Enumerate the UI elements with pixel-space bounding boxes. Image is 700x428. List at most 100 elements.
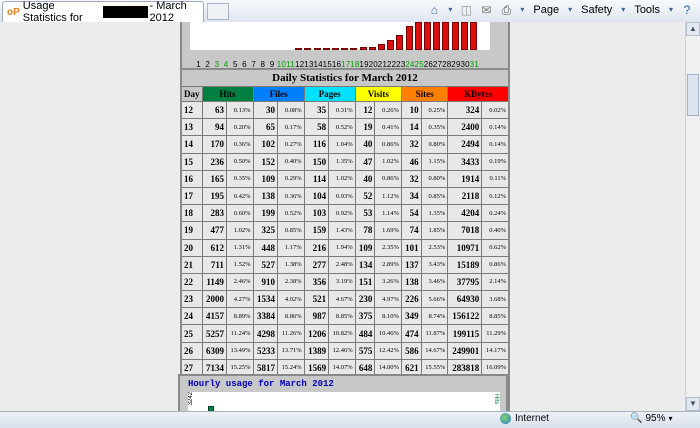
value-cell: 199115 [448,325,482,342]
value-cell: 324 [448,102,482,119]
value-cell: 102 [253,136,277,153]
scroll-down-icon[interactable]: ▼ [686,397,700,411]
value-cell: 3433 [448,153,482,170]
value-cell: 53 [355,205,375,222]
col-hits: Hits [202,87,253,102]
percent-cell: 0.12% [482,187,509,204]
value-cell: 575 [355,342,375,359]
percent-cell: 0.11% [482,170,509,187]
day-cell: 14 [181,136,202,153]
value-cell: 375 [355,308,375,325]
percent-cell: 4.97% [375,291,402,308]
percent-cell: 1.52% [226,256,253,273]
browser-tab[interactable]: oP Usage Statistics for - March 2012 [2,1,204,22]
table-row: 161650.35%1090.29%1141.02%400.86%320.80%… [181,170,509,187]
value-cell: 349 [401,308,421,325]
percent-cell: 2.35% [375,239,402,256]
percent-cell: 4.02% [278,291,305,308]
percent-cell: 0.52% [278,205,305,222]
value-cell: 277 [304,256,328,273]
chevron-down-icon[interactable]: ▾ [567,3,573,17]
chevron-down-icon[interactable]: ▾ [519,3,525,17]
percent-cell: 4.27% [226,291,253,308]
value-cell: 612 [202,239,226,256]
percent-cell: 1.14% [375,205,402,222]
percent-cell: 0.36% [278,187,305,204]
percent-cell: 0.02% [482,102,509,119]
feeds-icon[interactable]: ◫ [459,3,473,17]
day-cell: 23 [181,291,202,308]
tools-menu[interactable]: Tools [632,4,662,16]
value-cell: 35 [304,102,328,119]
value-cell: 4157 [202,308,226,325]
monthly-bar [415,22,422,50]
percent-cell: 1.69% [375,222,402,239]
safety-menu[interactable]: Safety [579,4,614,16]
zoom-level[interactable]: 95% [645,413,665,424]
percent-cell: 1.02% [329,170,356,187]
home-icon[interactable]: ⌂ [427,3,441,17]
percent-cell: 0.19% [482,153,509,170]
value-cell: 52 [355,187,375,204]
percent-cell: 2.89% [375,256,402,273]
value-cell: 46 [401,153,421,170]
percent-cell: 3.46% [421,273,448,290]
percent-cell: 4.67% [329,291,356,308]
percent-cell: 3.68% [482,291,509,308]
print-icon[interactable]: ⎙ [499,3,513,17]
value-cell: 12 [355,102,375,119]
mail-icon[interactable]: ✉ [479,3,493,17]
chevron-down-icon[interactable]: ▾ [447,3,453,17]
value-cell: 165 [202,170,226,187]
scroll-up-icon[interactable]: ▲ [686,22,700,36]
help-icon[interactable]: ? [680,3,694,17]
table-row: 194771.02%3250.85%1591.43%781.69%741.85%… [181,222,509,239]
percent-cell: 11.29% [482,325,509,342]
day-cell: 24 [181,308,202,325]
value-cell: 325 [253,222,277,239]
value-cell: 109 [355,239,375,256]
percent-cell: 1.43% [329,222,356,239]
site-favicon-icon: oP [7,7,20,18]
value-cell: 15189 [448,256,482,273]
percent-cell: 0.17% [278,119,305,136]
percent-cell: 2.53% [421,239,448,256]
day-cell: 20 [181,239,202,256]
value-cell: 114 [304,170,328,187]
new-tab-button[interactable] [207,3,229,20]
zoom-control[interactable]: 🔍 95% ▾ [630,413,672,424]
percent-cell: 0.86% [482,256,509,273]
scroll-thumb[interactable] [687,74,699,116]
vertical-scrollbar[interactable]: ▲ ▼ [685,22,700,411]
value-cell: 47 [355,153,375,170]
percent-cell: 0.62% [482,239,509,256]
value-cell: 527 [253,256,277,273]
value-cell: 138 [401,273,421,290]
percent-cell: 0.25% [421,102,448,119]
globe-icon [500,413,511,424]
value-cell: 109 [253,170,277,187]
percent-cell: 2.14% [482,273,509,290]
value-cell: 711 [202,256,226,273]
percent-cell: 11.26% [278,325,305,342]
value-cell: 7018 [448,222,482,239]
page-content: 1234567891011121314151617181920212223242… [0,22,686,411]
value-cell: 5257 [202,325,226,342]
value-cell: 116 [304,136,328,153]
monthly-bar [442,22,449,50]
percent-cell: 3.19% [329,273,356,290]
value-cell: 19 [355,119,375,136]
value-cell: 477 [202,222,226,239]
table-row: 152360.50%1520.40%1501.35%471.02%461.15%… [181,153,509,170]
chevron-down-icon[interactable]: ▾ [668,414,672,423]
status-bar: Internet 🔍 95% ▾ [0,411,700,428]
percent-cell: 0.85% [421,187,448,204]
percent-cell: 0.26% [375,102,402,119]
hourly-plot: 3242 Hits [188,392,500,411]
command-bar: ⌂ ▾ ◫ ✉ ⎙ ▾ Page ▾ Safety ▾ Tools ▾ ? [427,3,694,17]
page-menu[interactable]: Page [531,4,561,16]
chevron-down-icon[interactable]: ▾ [668,3,674,17]
value-cell: 6309 [202,342,226,359]
chevron-down-icon[interactable]: ▾ [620,3,626,17]
monthly-bar [433,22,440,50]
